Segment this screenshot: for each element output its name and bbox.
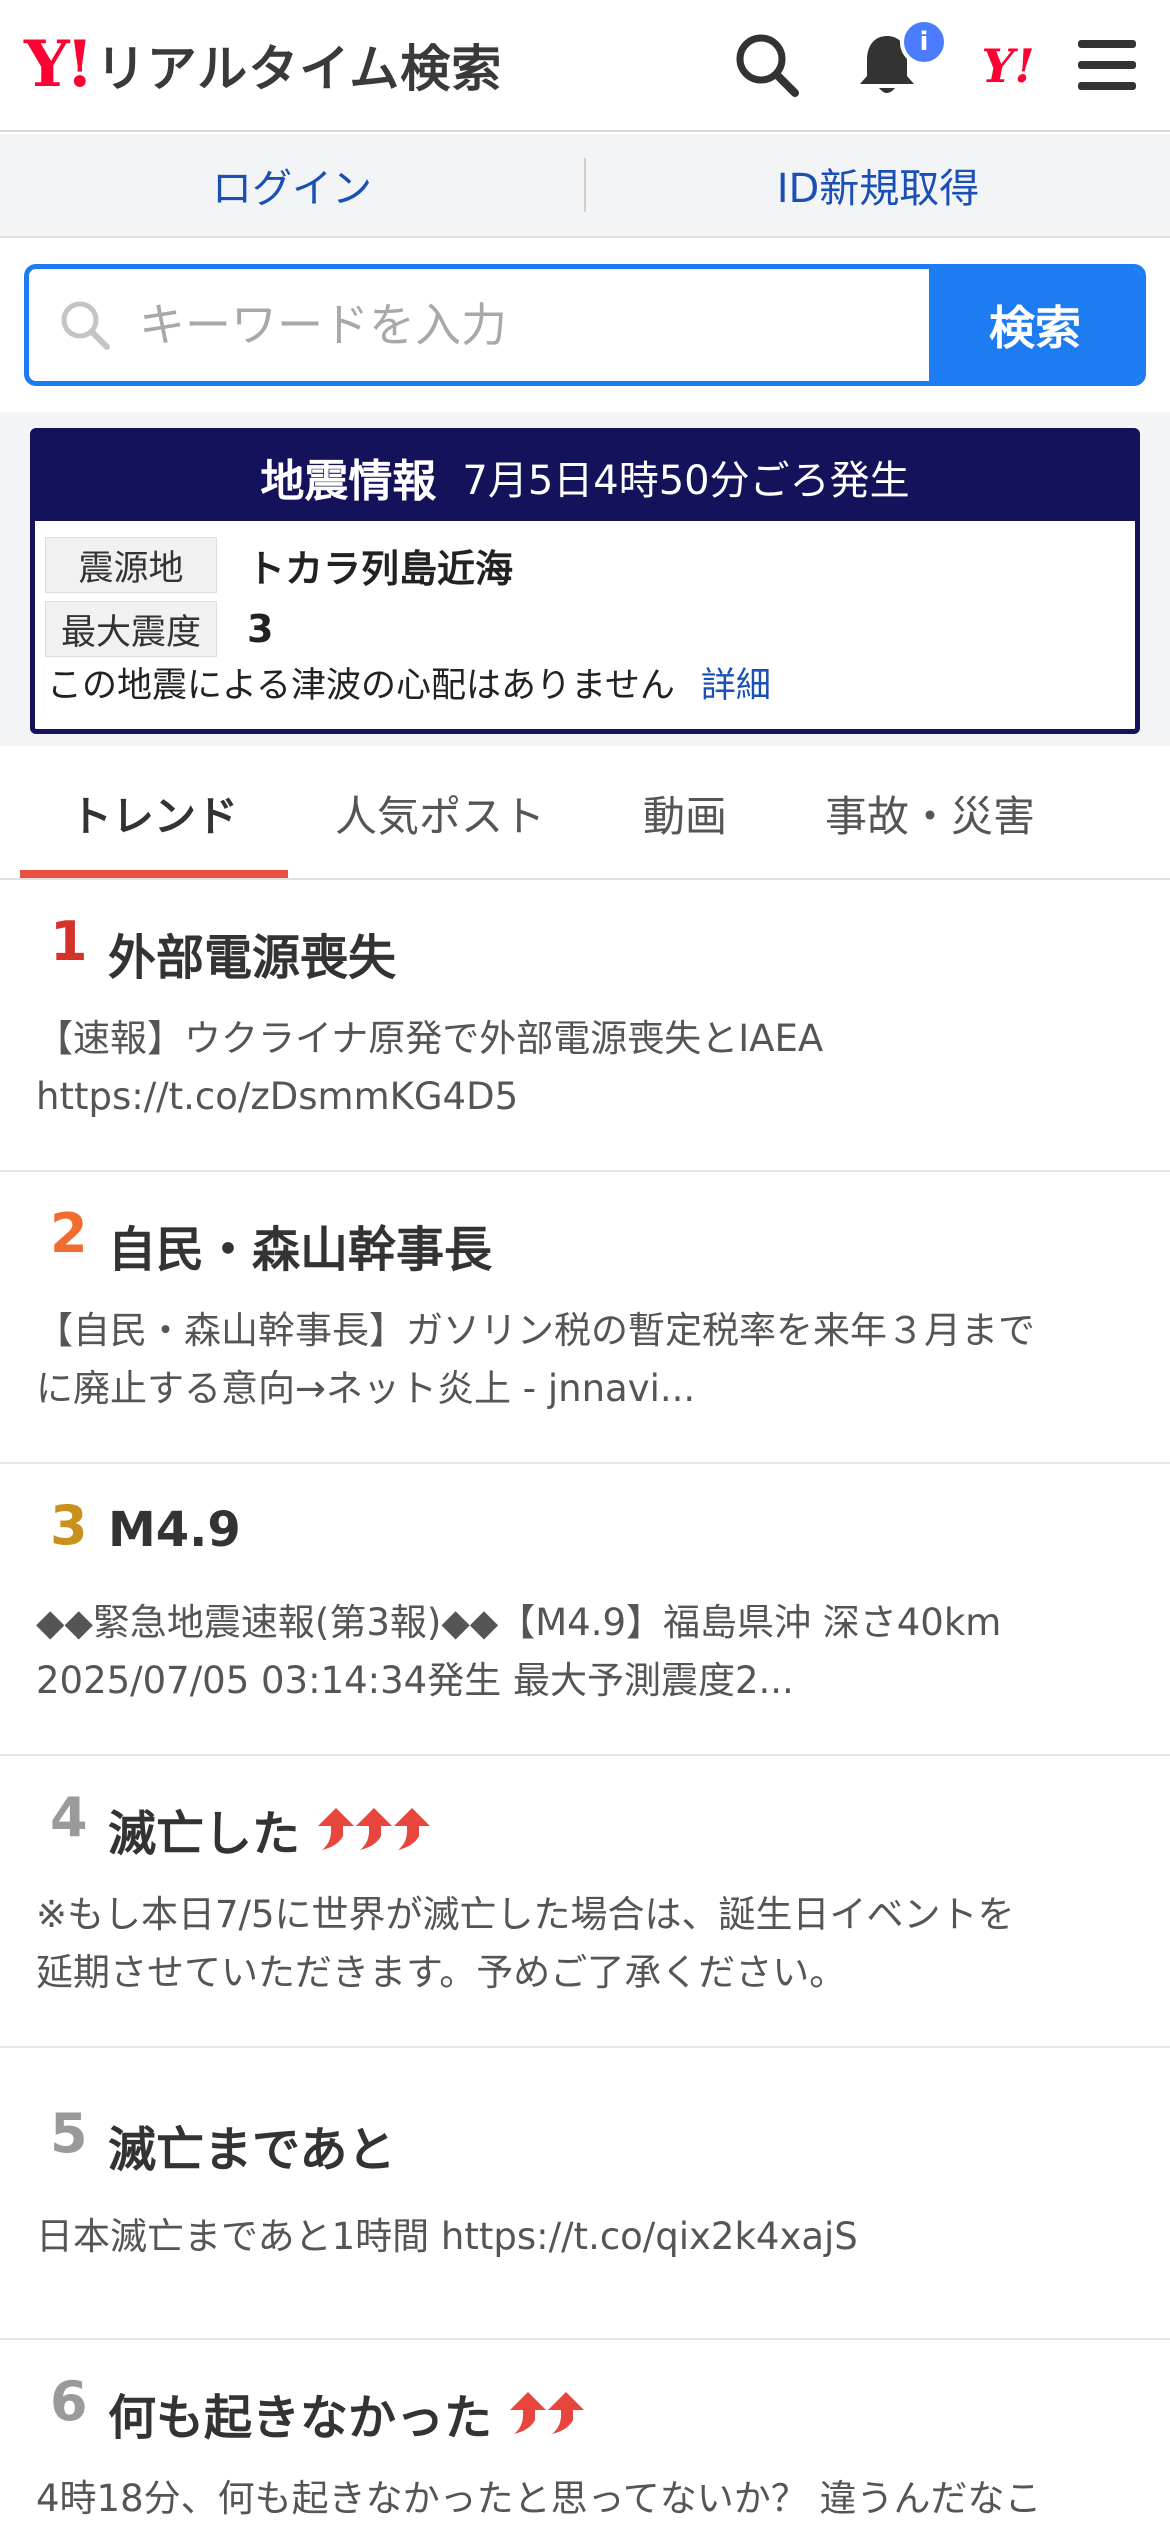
trend-item[interactable]: 2 自民・森山幹事長【自民・森山幹事長】ガソリン税の暫定税率を来年３月まで に廃止す… <box>0 1174 1170 1464</box>
earthquake-time: 7月5日4時50分ごろ発生 <box>462 458 910 504</box>
tab-trend[interactable]: トレンド <box>20 746 288 880</box>
trend-description: 4時18分、何も起きなかったと思ってないか？ 違うんだなこ <box>36 2470 1136 2528</box>
search-field-wrapper <box>29 269 929 381</box>
epicenter-label: 震源地 <box>45 537 217 593</box>
search-button[interactable]: 検索 <box>929 269 1141 381</box>
up-arrow-icon <box>548 2392 585 2434</box>
trend-description: ◆◆緊急地震速報(第3報)◆◆【M4.9】福島県沖 深さ40km 2025/07/… <box>36 1594 1136 1710</box>
trend-description: 【速報】ウクライナ原発で外部電源喪失とIAEA https://t.co/zDsm… <box>36 1010 1136 1126</box>
trend-item[interactable]: 6 何も起きなかった 4時18分、何も起きなかったと思ってないか？ 違うんだなこ <box>0 2342 1170 2542</box>
trend-rank: 6 <box>50 2370 88 2433</box>
trend-term[interactable]: 外部電源喪失 <box>108 918 396 988</box>
trend-term[interactable]: 何も起きなかった <box>108 2378 585 2448</box>
trend-description-line: 延期させていただきます。予めご了承ください。 <box>36 1951 847 1994</box>
notification-badge: i <box>900 18 948 66</box>
trend-description: 日本滅亡まであと1時間 https://t.co/qix2k4xajS <box>36 2208 1136 2266</box>
intensity-row: 最大震度 3 <box>45 601 273 657</box>
active-tab-indicator <box>20 870 288 878</box>
trend-term-text: 自民・森山幹事長 <box>108 1222 493 1278</box>
earthquake-title: 地震情報 <box>260 456 437 507</box>
trend-term-text: M4.9 <box>108 1502 241 1558</box>
tsunami-note: この地震による津波の心配はありません <box>47 666 675 706</box>
trend-rank: 2 <box>50 1202 88 1265</box>
intensity-label: 最大震度 <box>45 601 217 657</box>
intensity-value: 3 <box>247 607 274 651</box>
epicenter-value: トカラ列島近海 <box>247 546 514 591</box>
yahoo-japan-icon[interactable]: Y! <box>968 38 1048 94</box>
app-header: Y! リアルタイム検索 i Y! <box>0 0 1170 132</box>
earthquake-header: 地震情報 7月5日4時50分ごろ発生 <box>35 433 1135 521</box>
trend-description-line: https://t.co/zDsmmKG4D5 <box>36 1075 519 1118</box>
rising-arrows-icon <box>506 2390 585 2436</box>
search-field-icon <box>61 301 110 350</box>
yahoo-realtime-logo[interactable]: Y! リアルタイム検索 <box>24 30 502 100</box>
trend-term[interactable]: M4.9 <box>108 1502 241 1558</box>
up-arrow-icon <box>318 1808 355 1850</box>
trend-term[interactable]: 滅亡まであと <box>108 2110 396 2180</box>
trend-item[interactable]: 4 滅亡した ※もし本日7/5に世界が滅亡した場合は、誕生日イベントを 延期させていた… <box>0 1758 1170 2048</box>
trend-term-text: 滅亡まであと <box>108 2122 396 2178</box>
trend-description-line: に廃止する意向→ネット炎上 - jnnavi... <box>36 1367 696 1410</box>
notification-bell-icon[interactable]: i <box>852 18 948 100</box>
epicenter-row: 震源地 トカラ列島近海 <box>45 537 513 593</box>
trend-term[interactable]: 滅亡した <box>108 1794 431 1864</box>
trend-description-line: ◆◆緊急地震速報(第3報)◆◆【M4.9】福島県沖 深さ40km <box>36 1601 1002 1644</box>
yahoo-logo-mark: Y! <box>24 27 94 102</box>
tab-popular-posts[interactable]: 人気ポスト <box>300 746 580 880</box>
content-tabs: トレンド 人気ポスト 動画 事故・災害 <box>0 746 1170 880</box>
trend-description: 【自民・森山幹事長】ガソリン税の暫定税率を来年３月まで に廃止する意向→ネット炎上… <box>36 1302 1136 1418</box>
login-bar: ログイン ID新規取得 <box>0 134 1170 238</box>
rising-arrows-icon <box>314 1806 431 1852</box>
trend-item[interactable]: 1 外部電源喪失【速報】ウクライナ原発で外部電源喪失とIAEA https://t.… <box>0 882 1170 1172</box>
earthquake-detail-link[interactable]: 詳細 <box>701 657 771 708</box>
trend-rank: 4 <box>50 1786 88 1849</box>
up-arrow-icon <box>356 1808 393 1850</box>
trend-description-line: 【自民・森山幹事長】ガソリン税の暫定税率を来年３月まで <box>36 1309 1035 1352</box>
login-link[interactable]: ログイン <box>0 156 584 214</box>
trend-term-text: 滅亡した <box>108 1806 301 1862</box>
trend-description-line: 4時18分、何も起きなかったと思ってないか？ 違うんだなこ <box>36 2477 1042 2520</box>
trend-term-text: 外部電源喪失 <box>108 930 397 986</box>
search-bar: 検索 <box>24 264 1146 386</box>
signup-link[interactable]: ID新規取得 <box>586 156 1170 214</box>
tab-video[interactable]: 動画 <box>590 746 780 880</box>
search-icon[interactable] <box>732 30 802 100</box>
logo-title: リアルタイム検索 <box>95 40 503 98</box>
trend-rank: 1 <box>50 910 88 973</box>
trend-description-line: 日本滅亡まであと1時間 https://t.co/qix2k4xajS <box>36 2215 858 2258</box>
tsunami-note-row: この地震による津波の心配はありません 詳細 <box>47 657 771 708</box>
earthquake-info-card[interactable]: 地震情報 7月5日4時50分ごろ発生 震源地 トカラ列島近海 最大震度 3 この… <box>30 428 1140 734</box>
trend-description-line: 【速報】ウクライナ原発で外部電源喪失とIAEA <box>36 1017 824 1060</box>
hamburger-menu-icon[interactable] <box>1072 30 1142 100</box>
trend-description: ※もし本日7/5に世界が滅亡した場合は、誕生日イベントを 延期させていただきます。… <box>36 1886 1136 2002</box>
up-arrow-icon <box>510 2392 547 2434</box>
up-arrow-icon <box>394 1808 431 1850</box>
search-input[interactable] <box>139 298 839 352</box>
trend-description-line: ※もし本日7/5に世界が滅亡した場合は、誕生日イベントを <box>36 1893 1015 1936</box>
trend-item[interactable]: 5 滅亡まであと日本滅亡まであと1時間 https://t.co/qix2k4xa… <box>0 2050 1170 2340</box>
trend-rank: 5 <box>50 2102 88 2165</box>
tab-accidents-disasters[interactable]: 事故・災害 <box>790 746 1070 880</box>
trend-item[interactable]: 3 M4.9 ◆◆緊急地震速報(第3報)◆◆【M4.9】福島県沖 深さ40km 202… <box>0 1466 1170 1756</box>
trend-description-line: 2025/07/05 03:14:34発生 最大予測震度2... <box>36 1659 794 1702</box>
trend-term[interactable]: 自民・森山幹事長 <box>108 1210 492 1280</box>
trend-rank: 3 <box>50 1494 88 1557</box>
trend-term-text: 何も起きなかった <box>108 2390 493 2446</box>
